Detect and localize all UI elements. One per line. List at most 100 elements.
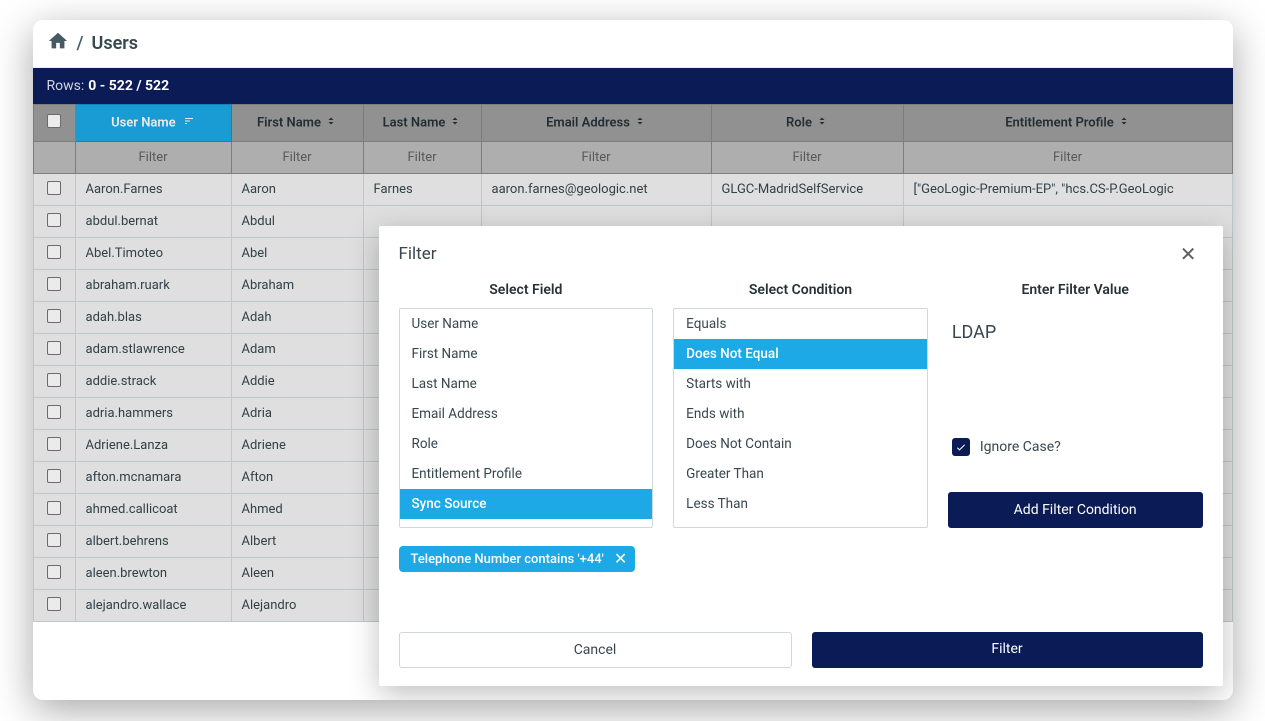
col-header-email[interactable]: Email Address — [481, 105, 711, 142]
cell-firstname: Adam — [231, 334, 363, 366]
field-option[interactable]: First Name — [400, 339, 653, 369]
select-field-column: Select Field User NameFirst NameLast Nam… — [399, 282, 654, 528]
filter-cell-username[interactable]: Filter — [75, 142, 231, 174]
home-icon[interactable] — [47, 30, 69, 57]
checkbox-icon[interactable] — [47, 341, 61, 355]
checkbox-icon[interactable] — [47, 565, 61, 579]
filter-cell-entitlement[interactable]: Filter — [903, 142, 1232, 174]
field-option[interactable]: User Name — [400, 309, 653, 339]
close-icon[interactable]: ✕ — [1174, 240, 1203, 268]
cell-firstname: Abraham — [231, 270, 363, 302]
filter-modal: Filter ✕ Select Field User NameFirst Nam… — [379, 226, 1223, 686]
checkbox-icon[interactable] — [47, 469, 61, 483]
col-header-firstname[interactable]: First Name — [231, 105, 363, 142]
field-option[interactable]: Role — [400, 429, 653, 459]
cell-username: adria.hammers — [75, 398, 231, 430]
chip-remove-icon[interactable]: ✕ — [614, 551, 627, 567]
checkbox-icon[interactable] — [47, 213, 61, 227]
checkbox-icon[interactable] — [47, 405, 61, 419]
row-checkbox-cell[interactable] — [33, 526, 75, 558]
row-checkbox-cell[interactable] — [33, 462, 75, 494]
table-row[interactable]: Aaron.FarnesAaronFarnesaaron.farnes@geol… — [33, 174, 1232, 206]
cell-firstname: Adah — [231, 302, 363, 334]
page-title: Users — [92, 33, 139, 54]
filter-chip: Telephone Number contains '+44' ✕ — [399, 546, 636, 572]
cell-role: GLGC-MadridSelfService — [711, 174, 903, 206]
col-header-entitlement[interactable]: Entitlement Profile — [903, 105, 1232, 142]
checkbox-icon[interactable] — [47, 373, 61, 387]
checkbox-icon[interactable] — [47, 245, 61, 259]
select-all-header[interactable] — [33, 105, 75, 142]
checkbox-icon[interactable] — [47, 309, 61, 323]
breadcrumb: / Users — [33, 20, 1233, 68]
row-checkbox-cell[interactable] — [33, 206, 75, 238]
sort-icon — [183, 115, 195, 131]
col-header-lastname[interactable]: Last Name — [363, 105, 481, 142]
cell-firstname: Abel — [231, 238, 363, 270]
sort-updown-icon — [816, 115, 828, 131]
filter-cell-lastname[interactable]: Filter — [363, 142, 481, 174]
field-option[interactable]: Email Address — [400, 399, 653, 429]
condition-option[interactable]: Equals — [674, 309, 927, 339]
cell-firstname: Ahmed — [231, 494, 363, 526]
checkbox-icon[interactable] — [47, 501, 61, 515]
row-checkbox-cell[interactable] — [33, 366, 75, 398]
checkbox-icon[interactable] — [47, 114, 61, 128]
col-header-role[interactable]: Role — [711, 105, 903, 142]
filter-value-input[interactable]: LDAP — [948, 308, 1203, 368]
row-checkbox-cell[interactable] — [33, 270, 75, 302]
fields-listbox[interactable]: User NameFirst NameLast NameEmail Addres… — [399, 308, 654, 528]
condition-option[interactable]: Starts with — [674, 369, 927, 399]
filter-cell-email[interactable]: Filter — [481, 142, 711, 174]
ignore-case-row[interactable]: Ignore Case? — [948, 438, 1203, 456]
active-filters-row: Telephone Number contains '+44' ✕ — [399, 546, 1203, 572]
checkbox-icon[interactable] — [47, 437, 61, 451]
field-option[interactable]: Last Name — [400, 369, 653, 399]
cell-firstname: Afton — [231, 462, 363, 494]
add-filter-condition-button[interactable]: Add Filter Condition — [948, 492, 1203, 528]
cell-username: alejandro.wallace — [75, 590, 231, 622]
row-checkbox-cell[interactable] — [33, 302, 75, 334]
modal-header: Filter ✕ — [399, 240, 1203, 268]
cancel-button[interactable]: Cancel — [399, 632, 792, 668]
select-field-label: Select Field — [399, 282, 654, 298]
row-checkbox-cell[interactable] — [33, 238, 75, 270]
conditions-listbox[interactable]: EqualsDoes Not EqualStarts withEnds with… — [673, 308, 928, 528]
cell-username: Aaron.Farnes — [75, 174, 231, 206]
filter-cell-firstname[interactable]: Filter — [231, 142, 363, 174]
col-header-label: Email Address — [546, 115, 630, 130]
row-checkbox-cell[interactable] — [33, 334, 75, 366]
field-option[interactable]: Sync Source — [400, 489, 653, 519]
cell-username: albert.behrens — [75, 526, 231, 558]
row-checkbox-cell[interactable] — [33, 590, 75, 622]
checkbox-icon[interactable] — [47, 533, 61, 547]
row-checkbox-cell[interactable] — [33, 430, 75, 462]
row-checkbox-cell[interactable] — [33, 174, 75, 206]
checkbox-icon[interactable] — [47, 597, 61, 611]
cell-username: ahmed.callicoat — [75, 494, 231, 526]
col-header-label: Role — [786, 115, 812, 130]
checkbox-icon[interactable] — [47, 277, 61, 291]
col-header-username[interactable]: User Name — [75, 105, 231, 142]
checkbox-checked-icon[interactable] — [952, 438, 970, 456]
cell-username: adam.stlawrence — [75, 334, 231, 366]
cell-username: Abel.Timoteo — [75, 238, 231, 270]
filter-cell-role[interactable]: Filter — [711, 142, 903, 174]
row-checkbox-cell[interactable] — [33, 398, 75, 430]
cell-username: adah.blas — [75, 302, 231, 334]
cell-username: abdul.bernat — [75, 206, 231, 238]
cell-entitlement: ["GeoLogic-Premium-EP", "hcs.CS-P.GeoLog… — [903, 174, 1232, 206]
row-checkbox-cell[interactable] — [33, 558, 75, 590]
condition-option[interactable]: Ends with — [674, 399, 927, 429]
condition-option[interactable]: Does Not Contain — [674, 429, 927, 459]
apply-filter-button[interactable]: Filter — [812, 632, 1203, 668]
cell-firstname: Aleen — [231, 558, 363, 590]
condition-option[interactable]: Less Than — [674, 489, 927, 519]
row-checkbox-cell[interactable] — [33, 494, 75, 526]
rows-summary-bar: Rows: 0 - 522 / 522 — [33, 68, 1233, 104]
condition-option[interactable]: Greater Than — [674, 459, 927, 489]
checkbox-icon[interactable] — [47, 181, 61, 195]
field-option[interactable]: Entitlement Profile — [400, 459, 653, 489]
condition-option[interactable]: Does Not Equal — [674, 339, 927, 369]
sort-updown-icon — [634, 115, 646, 131]
